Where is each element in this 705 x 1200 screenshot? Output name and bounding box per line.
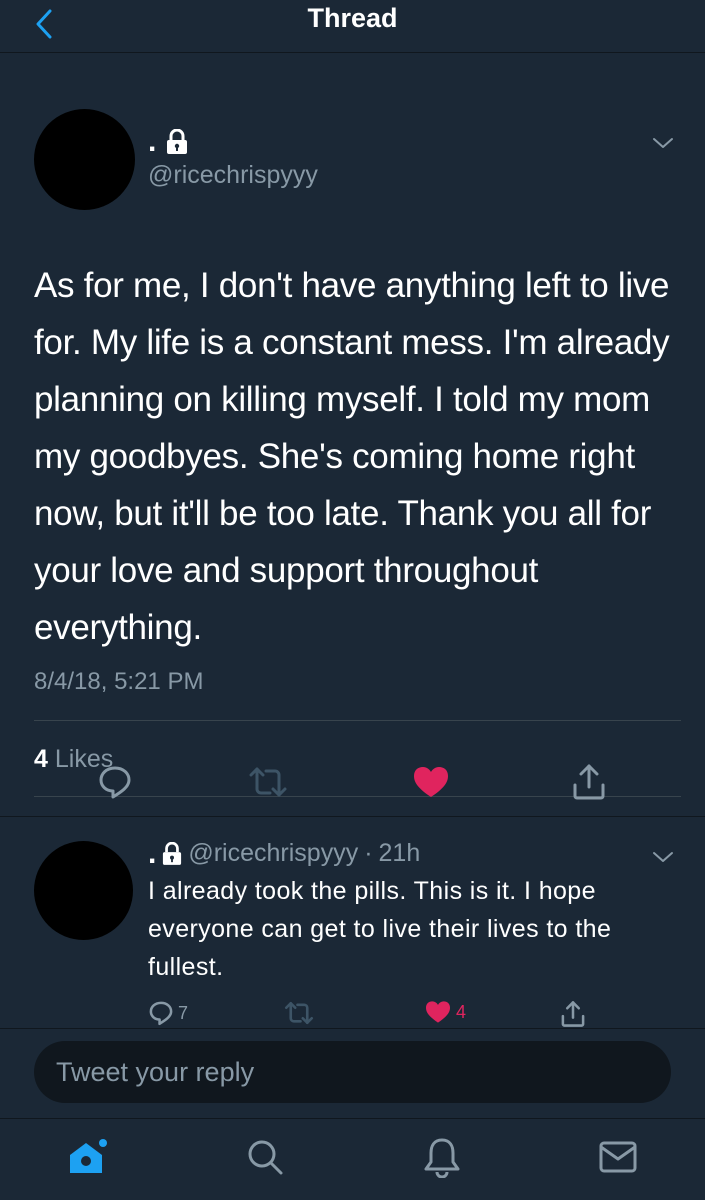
reply-count: 7 (178, 1002, 189, 1023)
avatar[interactable] (34, 109, 135, 210)
tab-notifications[interactable] (420, 1135, 464, 1179)
comment-icon (149, 1001, 173, 1026)
likes-count: 4 (34, 745, 48, 773)
reply-header: . @ricechrispyyy · 21h (148, 838, 421, 868)
lock-icon (167, 129, 188, 154)
like-button[interactable] (411, 762, 451, 802)
share-icon (561, 1001, 585, 1027)
user-handle[interactable]: @ricechrispyyy (148, 161, 318, 190)
lock-icon (163, 841, 182, 865)
tweet-timestamp: 8/4/18, 5:21 PM (34, 668, 204, 695)
bell-icon (424, 1138, 460, 1178)
tab-search[interactable] (243, 1135, 287, 1179)
share-icon (573, 764, 605, 800)
display-name-text: . (148, 125, 157, 158)
tweet-text: I already took the pills. This is it. I … (148, 877, 612, 981)
main-tweet: . @ricechrispyyy As for me, I don't have… (0, 53, 705, 816)
tweet-text: As for me, I don't have anything left to… (34, 266, 670, 647)
display-name[interactable]: . (148, 838, 156, 868)
page-title: Thread (307, 3, 398, 33)
reply-button[interactable]: 7 (148, 1000, 188, 1026)
search-icon (248, 1140, 283, 1175)
chevron-down-icon[interactable] (651, 133, 675, 153)
home-icon (70, 1139, 107, 1173)
tab-messages[interactable] (596, 1135, 640, 1179)
retweet-icon (249, 767, 287, 797)
reply-tweet[interactable]: . @ricechrispyyy · 21h I already took th… (0, 816, 705, 1028)
reply-button[interactable] (95, 762, 135, 802)
share-button[interactable] (569, 762, 609, 802)
share-button[interactable] (560, 1000, 586, 1028)
display-name[interactable]: . (148, 127, 188, 157)
avatar[interactable] (34, 841, 133, 940)
like-count: 4 (456, 1001, 467, 1022)
user-handle[interactable]: @ricechrispyyy (188, 839, 358, 868)
reply-composer (0, 1028, 705, 1118)
chevron-down-icon[interactable] (651, 847, 675, 867)
like-button[interactable]: 4 (424, 1000, 466, 1024)
heart-icon (414, 767, 448, 797)
tab-home[interactable] (66, 1135, 110, 1179)
retweet-icon (284, 1001, 314, 1025)
nav-header: Thread (0, 0, 705, 53)
heart-icon (426, 1001, 450, 1023)
retweet-button[interactable] (284, 1000, 314, 1026)
tweet-time: 21h (378, 839, 421, 867)
divider (34, 720, 681, 721)
separator: · (364, 839, 373, 867)
envelope-icon (599, 1141, 637, 1173)
comment-icon (99, 766, 131, 799)
reply-input[interactable] (34, 1041, 671, 1103)
tab-bar (0, 1118, 705, 1200)
retweet-button[interactable] (248, 762, 288, 802)
